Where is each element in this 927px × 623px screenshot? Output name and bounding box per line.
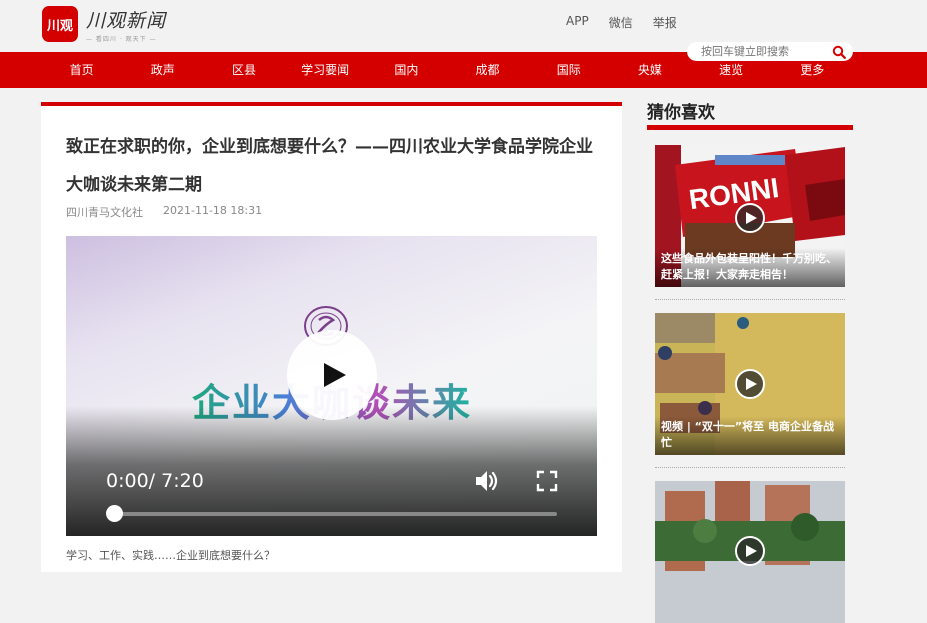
recommend-play-button[interactable] <box>735 536 765 566</box>
sidebar-recommend: 猜你喜欢 RONNI 这些食品外包装呈阳性！千万别吃、赶紧上报！大家奔走相告！ <box>647 98 853 623</box>
logo-mark: 川观 <box>42 6 78 42</box>
play-button[interactable] <box>287 330 377 420</box>
article-title: 致正在求职的你，企业到底想要什么？——四川农业大学食品学院企业大咖谈未来第二期 <box>66 137 593 195</box>
recommend-divider <box>655 299 845 300</box>
video-time: 0:00/ 7:20 <box>106 470 204 492</box>
article-datetime: 2021-11-18 18:31 <box>163 204 263 217</box>
play-icon <box>746 545 757 557</box>
nav-item-central-media[interactable]: 央媒 <box>609 52 690 88</box>
sidebar-title: 猜你喜欢 <box>647 103 715 123</box>
nav-item-chengdu[interactable]: 成都 <box>447 52 528 88</box>
recommend-divider <box>655 467 845 468</box>
search-input[interactable] <box>687 45 825 58</box>
video-progress-thumb[interactable] <box>106 505 123 522</box>
top-link-report[interactable]: 举报 <box>653 14 677 31</box>
top-link-wechat[interactable]: 微信 <box>609 14 633 31</box>
logo-slogan: — 看四川 · 观天下 — <box>86 35 157 43</box>
recommend-play-button[interactable] <box>735 369 765 399</box>
top-links: APP 微信 举报 <box>566 14 697 31</box>
recommend-caption: 这些食品外包装呈阳性！千万别吃、赶紧上报！大家奔走相告！ <box>655 248 845 287</box>
search-box <box>687 42 853 61</box>
recommend-caption: 视频 | “双十一”将至 电商企业备战忙 <box>655 416 845 455</box>
article-meta: 四川青马文化社 2021-11-18 18:31 <box>66 204 282 220</box>
nav-item-politics[interactable]: 政声 <box>122 52 203 88</box>
search-icon[interactable] <box>832 45 846 59</box>
recommend-item-1[interactable]: RONNI 这些食品外包装呈阳性！千万别吃、赶紧上报！大家奔走相告！ <box>655 145 845 287</box>
recommend-item-3[interactable] <box>655 481 845 623</box>
article-source: 四川青马文化社 <box>66 206 143 219</box>
nav-item-home[interactable]: 首页 <box>41 52 122 88</box>
play-icon <box>746 212 757 224</box>
article-intro: 学习、工作、实践……企业到底想要什么？ <box>66 549 275 562</box>
video-current-time: 0:00 <box>106 470 149 492</box>
volume-icon[interactable] <box>474 468 500 494</box>
video-duration: 7:20 <box>161 470 204 492</box>
fullscreen-icon[interactable] <box>536 470 558 492</box>
top-link-app[interactable]: APP <box>566 14 589 31</box>
nav-item-districts[interactable]: 区县 <box>203 52 284 88</box>
logo-text: 川观新闻 — 看四川 · 观天下 — <box>86 6 166 43</box>
sidebar-title-bar <box>647 125 853 130</box>
site-logo[interactable]: 川观 川观新闻 — 看四川 · 观天下 — <box>42 6 166 43</box>
nav-item-domestic[interactable]: 国内 <box>366 52 447 88</box>
logo-name: 川观新闻 <box>86 9 167 32</box>
play-icon <box>324 363 346 387</box>
nav-item-international[interactable]: 国际 <box>528 52 609 88</box>
video-progress-track[interactable] <box>114 512 557 516</box>
video-player[interactable]: 企业大咖谈未来 0:00/ 7:20 <box>66 236 597 536</box>
recommend-item-2[interactable]: 视频 | “双十一”将至 电商企业备战忙 <box>655 313 845 455</box>
nav-item-study-news[interactable]: 学习要闻 <box>285 52 366 88</box>
article-panel: 致正在求职的你，企业到底想要什么？——四川农业大学食品学院企业大咖谈未来第二期 … <box>41 102 622 572</box>
recommend-play-button[interactable] <box>735 203 765 233</box>
play-icon <box>746 378 757 390</box>
